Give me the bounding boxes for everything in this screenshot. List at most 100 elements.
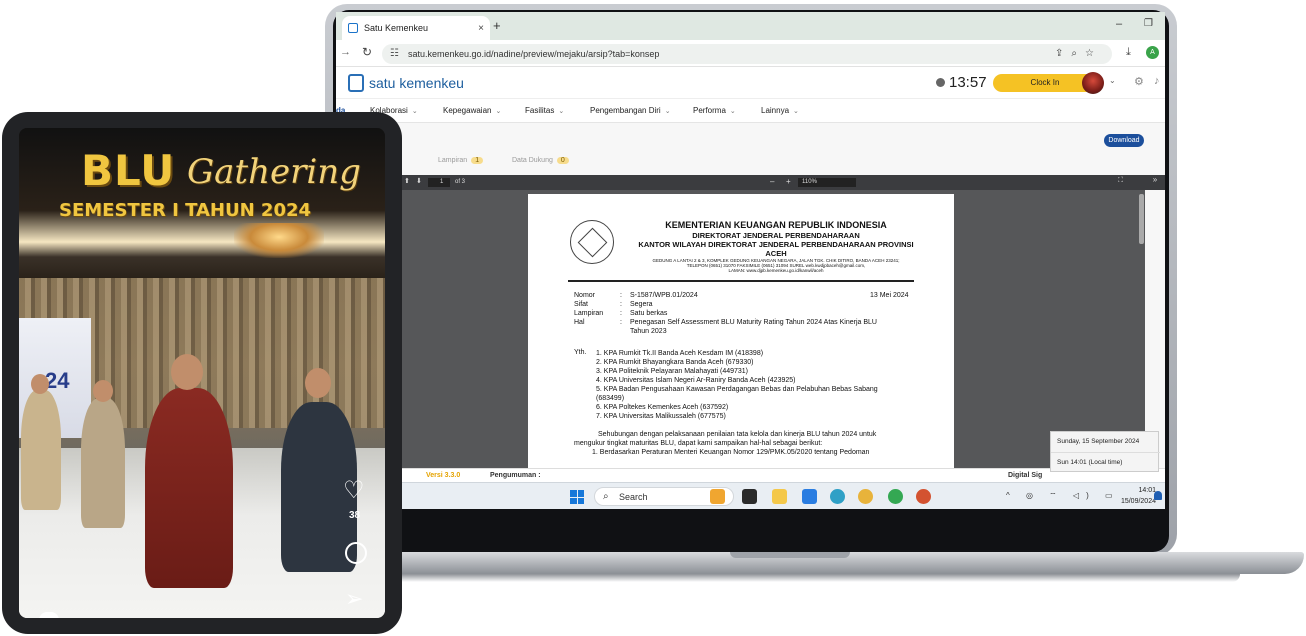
page-total: of 3 xyxy=(455,179,466,185)
zoom-in-button[interactable]: + xyxy=(786,177,791,186)
recipient-item: 4. KPA Universitas Islam Negeri Ar-Ranir… xyxy=(596,377,796,384)
zoom-select[interactable]: 110% xyxy=(798,178,856,187)
menu-item-pengembangan-diri[interactable]: Pengembangan Diri ⌄ xyxy=(590,106,671,115)
taskbar-date[interactable]: 15/09/2024 xyxy=(1100,498,1156,505)
chrome-icon[interactable] xyxy=(858,489,873,504)
page-number-input[interactable]: 1 xyxy=(428,178,450,187)
taskbar-time[interactable]: 14:01 xyxy=(1110,487,1156,494)
browser-toolbar: → ↻ ☷ satu.kemenkeu.go.id/nadine/preview… xyxy=(336,40,1165,67)
tab-lampiran[interactable]: Lampiran 1 xyxy=(438,157,484,164)
meta-nomor: Nomor: S-1587/WPB.01/2024 xyxy=(574,292,698,299)
notification-bell-icon[interactable] xyxy=(1154,491,1162,500)
app-logo-text[interactable]: satu kemenkeu xyxy=(369,75,464,91)
tooltip-divider xyxy=(1051,452,1160,453)
store-icon[interactable] xyxy=(802,489,817,504)
reload-icon[interactable]: ↻ xyxy=(362,45,372,59)
chevron-down-icon: ⌄ xyxy=(793,108,799,115)
chevron-down-icon: ⌄ xyxy=(729,108,736,115)
windows-taskbar: ⌕ Search ^ ◎ ⌔ ◁) ▭ 14:01 15/09/2024 xyxy=(336,482,1165,509)
tab-data-dukung[interactable]: Data Dukung 0 xyxy=(512,157,569,164)
letterhead-website: LAMAN: www.djpb.kemenkeu.go.id/kanwil/ac… xyxy=(728,268,824,273)
chrome-profile-icon[interactable] xyxy=(888,489,903,504)
prev-page-icon[interactable]: ⬆ xyxy=(404,177,410,185)
photo-lamp xyxy=(234,223,324,258)
file-explorer-icon[interactable] xyxy=(772,489,787,504)
chevron-down-icon[interactable]: ⌄ xyxy=(1109,76,1116,85)
browser-tab[interactable]: Satu Kemenkeu × xyxy=(342,16,490,40)
laptop-base-shadow xyxy=(340,574,1240,582)
letterhead-province: ACEH xyxy=(765,249,787,258)
main-menu: da Kolaborasi ⌄ Kepegawaian ⌄ Fasilitas ⌄ P… xyxy=(336,99,1165,123)
clock-time: 13:57 xyxy=(949,74,987,91)
photo-person xyxy=(145,388,233,588)
tablet-device: 24 BLU Gathering SEMESTER I TAHUN 2024 ♡… xyxy=(2,112,402,634)
digital-signature-label: Digital Sig xyxy=(1008,472,1043,479)
close-tab-icon[interactable]: × xyxy=(478,23,484,34)
clock-tooltip: Sunday, 15 September 2024 Sun 14:01 (Loc… xyxy=(1050,431,1160,472)
salutation: Yth. xyxy=(574,349,587,356)
download-button[interactable]: Download xyxy=(1104,134,1144,147)
meta-sifat: Sifat: Segera xyxy=(574,301,653,308)
menu-item-performa[interactable]: Performa ⌄ xyxy=(693,106,736,115)
edge-icon[interactable] xyxy=(830,489,845,504)
sidebar-toggle-button[interactable]: » xyxy=(1145,175,1165,190)
forward-icon[interactable]: → xyxy=(340,46,351,58)
search-icon: ⌕ xyxy=(603,491,609,502)
body-paragraph: Sehubungan dengan pelaksanaan penilaian … xyxy=(598,431,877,438)
zoom-out-button[interactable]: – xyxy=(770,177,774,186)
next-page-icon[interactable]: ⬇ xyxy=(416,177,422,185)
pdf-canvas-area[interactable]: KEMENTERIAN KEUANGAN REPUBLIK INDONESIA … xyxy=(400,190,1145,468)
bell-icon[interactable]: ♪ xyxy=(1154,75,1160,87)
site-info-icon[interactable]: ☷ xyxy=(390,48,399,59)
count-badge: 0 xyxy=(556,157,569,164)
tooltip-time: Sun 14:01 (Local time) xyxy=(1057,459,1123,466)
powerpoint-icon[interactable] xyxy=(916,489,931,504)
maximize-window-button[interactable]: ❐ xyxy=(1144,18,1153,29)
recipient-item: (683499) xyxy=(596,395,625,402)
heart-icon[interactable]: ♡ xyxy=(343,476,365,505)
search-label: Search xyxy=(619,492,648,502)
profile-avatar[interactable]: A xyxy=(1146,46,1159,59)
address-bar[interactable]: ☷ satu.kemenkeu.go.id/nadine/preview/mej… xyxy=(382,44,1112,64)
chevron-down-icon: ⌄ xyxy=(495,108,502,115)
photo-person-head xyxy=(31,374,49,394)
headline-blu: BLU xyxy=(81,146,176,195)
body-paragraph: 1. Berdasarkan Peraturan Menteri Keuanga… xyxy=(592,449,870,456)
tab-title: Satu Kemenkeu xyxy=(364,23,429,33)
user-avatar[interactable] xyxy=(1082,72,1104,94)
headline-gathering: Gathering xyxy=(187,152,361,192)
browser-tab-bar: Satu Kemenkeu × + – ❐ xyxy=(336,12,1165,40)
fit-page-icon[interactable]: ⛶ xyxy=(1118,177,1123,185)
share-icon[interactable]: ➢ xyxy=(345,586,363,612)
letterhead-directorate: DIREKTORAT JENDERAL PERBENDAHARAAN xyxy=(692,231,860,240)
app-header: satu kemenkeu 13:57 Clock In ⌄ ⚙ ♪ xyxy=(336,67,1165,99)
scrollbar[interactable] xyxy=(1139,194,1144,244)
mockup-stage: Satu Kemenkeu × + – ❐ → ↻ ☷ satu.kemenke… xyxy=(0,0,1306,636)
gear-icon[interactable]: ⚙ xyxy=(1134,75,1144,88)
recipient-item: 1. KPA Rumkit Tk.II Banda Aceh Kesdam IM… xyxy=(596,350,764,357)
recipient-item: 2. KPA Rumkit Bhayangkara Banda Aceh (67… xyxy=(596,359,754,366)
menu-item-lainnya[interactable]: Lainnya ⌄ xyxy=(761,106,799,115)
meta-hal-cont: Tahun 2023 xyxy=(630,328,667,335)
app-version: Versi 3.3.0 xyxy=(426,472,461,479)
meta-lampiran: Lampiran: Satu berkas xyxy=(574,310,668,317)
menu-item-fasilitas[interactable]: Fasilitas ⌄ xyxy=(525,106,564,115)
recipient-item: 7. KPA Universitas Malikussaleh (677575) xyxy=(596,413,726,420)
address-url[interactable]: satu.kemenkeu.go.id/nadine/preview/mejak… xyxy=(408,49,659,59)
count-badge: 1 xyxy=(471,157,484,164)
downloads-icon[interactable]: ⤓ xyxy=(1126,46,1131,59)
address-actions-icon[interactable]: ⇪⌕☆ xyxy=(1055,48,1102,59)
kemenkeu-seal-icon xyxy=(570,220,614,264)
pdf-page: KEMENTERIAN KEUANGAN REPUBLIK INDONESIA … xyxy=(528,194,954,468)
new-tab-button[interactable]: + xyxy=(493,18,501,33)
taskbar-app-icon[interactable] xyxy=(710,489,725,504)
comment-icon[interactable] xyxy=(345,542,367,564)
taskbar-app-icon[interactable] xyxy=(742,489,757,504)
headline-semester: SEMESTER I TAHUN 2024 xyxy=(59,200,312,221)
chevron-down-icon: ⌄ xyxy=(411,108,418,115)
windows-start-icon[interactable] xyxy=(570,490,584,504)
minimize-window-button[interactable]: – xyxy=(1116,18,1122,30)
menu-item-kepegawaian[interactable]: Kepegawaian ⌄ xyxy=(443,106,501,115)
chevron-down-icon: ⌄ xyxy=(664,108,671,115)
profile-thumb[interactable] xyxy=(39,612,59,618)
